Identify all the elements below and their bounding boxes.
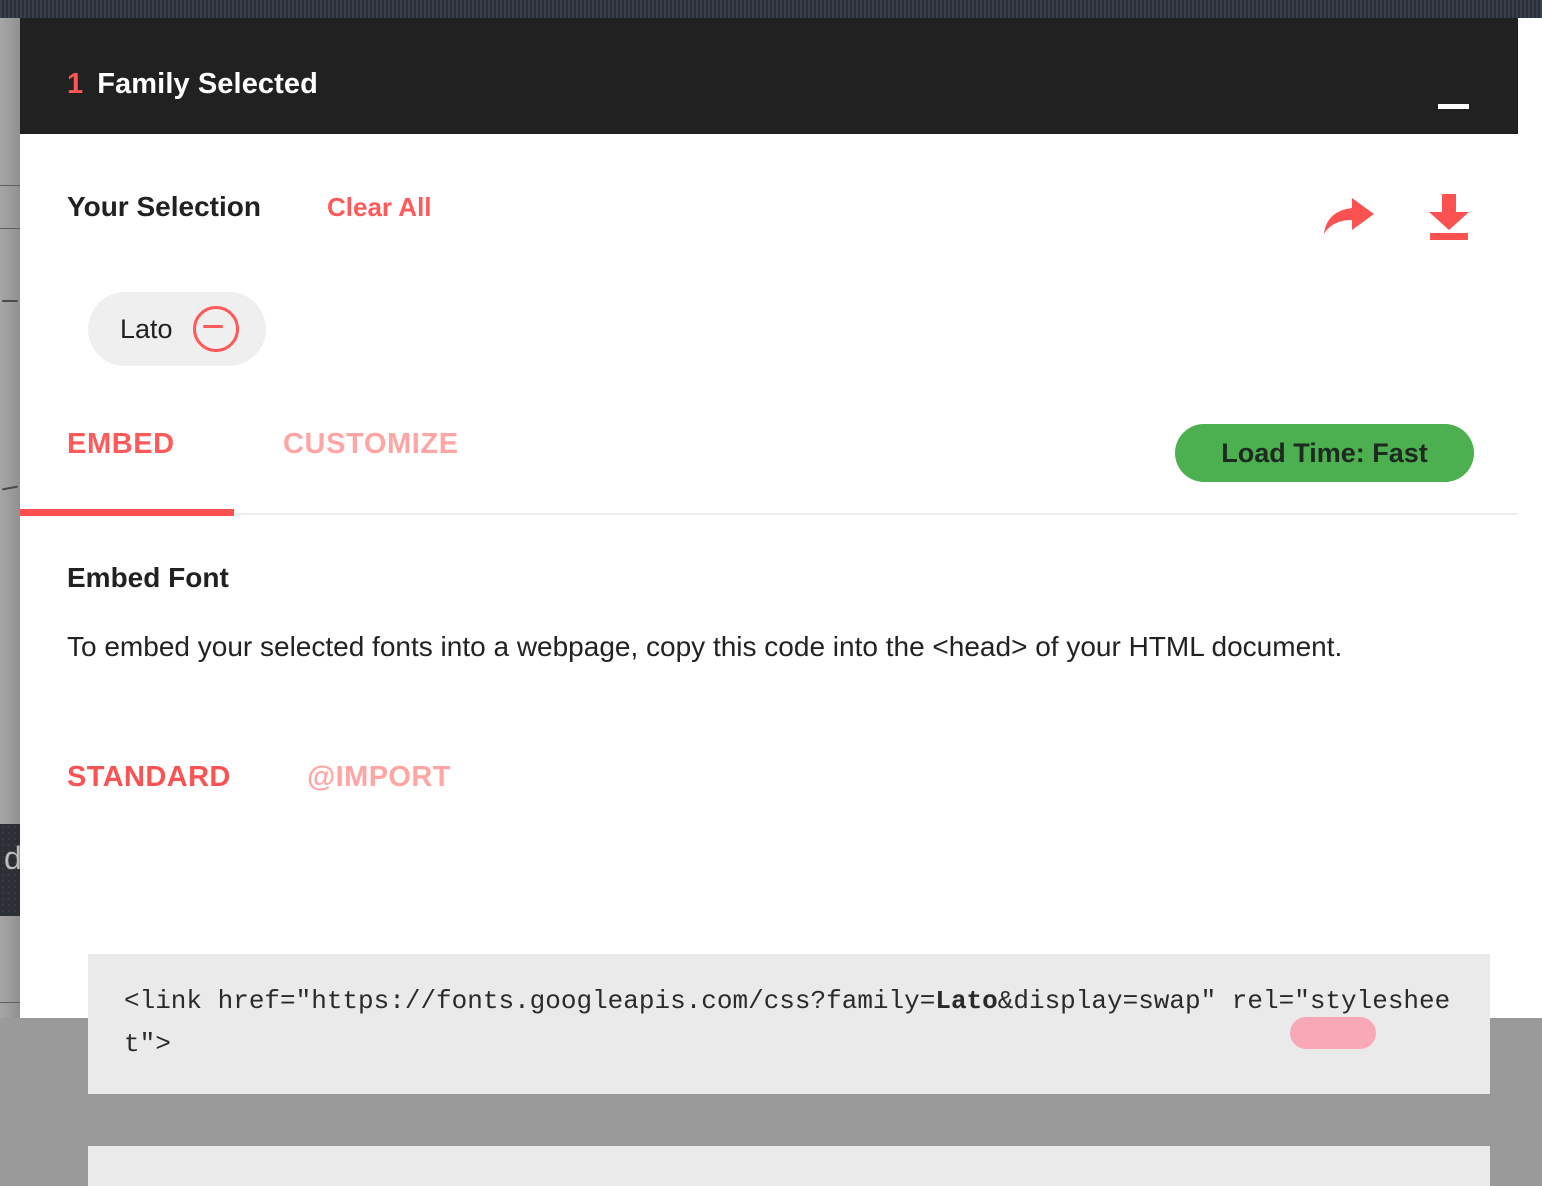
browser-chrome-strip (0, 0, 1542, 18)
drawer-title: 1 Family Selected (67, 68, 318, 101)
drawer-title-text: Family Selected (97, 68, 318, 100)
selection-title: Your Selection (67, 191, 261, 223)
background-divider (0, 1002, 20, 1003)
download-icon (1420, 190, 1478, 242)
background-divider (0, 185, 20, 186)
selection-drawer: 1 Family Selected Your Selection Clear Al… (20, 18, 1542, 1018)
embed-font-heading: Embed Font (67, 562, 229, 594)
tab-customize[interactable]: CUSTOMIZE (283, 428, 459, 461)
chip-label: Lato (120, 314, 173, 345)
background-mark (2, 300, 18, 302)
highlight-mark (1290, 1017, 1376, 1049)
drawer-body: Your Selection Clear All Lato EMBED CU (20, 134, 1542, 1018)
minimize-icon (1438, 104, 1469, 109)
secondary-code-block[interactable] (88, 1146, 1490, 1186)
subtab-import[interactable]: @IMPORT (307, 761, 451, 794)
active-tab-underline (20, 509, 234, 516)
background-card-letter: d (4, 842, 20, 874)
share-icon (1320, 190, 1378, 242)
embed-code-block[interactable]: <link href="https://fonts.googleapis.com… (88, 954, 1490, 1094)
remove-circle-icon[interactable] (193, 306, 239, 352)
code-prefix: <link href="https://fonts.googleapis.com… (124, 986, 935, 1016)
embed-font-description: To embed your selected fonts into a webp… (67, 621, 1397, 673)
drawer-header: 1 Family Selected (20, 18, 1518, 134)
tabs-divider (234, 513, 1518, 515)
subtab-standard[interactable]: STANDARD (67, 761, 231, 794)
code-font-family: Lato (935, 986, 997, 1016)
selected-family-count: 1 (67, 68, 83, 100)
load-time-badge[interactable]: Load Time: Fast (1175, 424, 1474, 482)
clear-all-button[interactable]: Clear All (327, 192, 432, 223)
selected-family-chip: Lato (88, 292, 266, 366)
background-card: d (0, 824, 20, 916)
selection-header-row: Your Selection Clear All (20, 134, 1518, 254)
background-divider (0, 228, 20, 229)
tab-embed[interactable]: EMBED (67, 428, 175, 461)
download-button[interactable] (1420, 190, 1478, 242)
minimize-button[interactable] (1430, 80, 1486, 116)
share-button[interactable] (1320, 190, 1378, 242)
